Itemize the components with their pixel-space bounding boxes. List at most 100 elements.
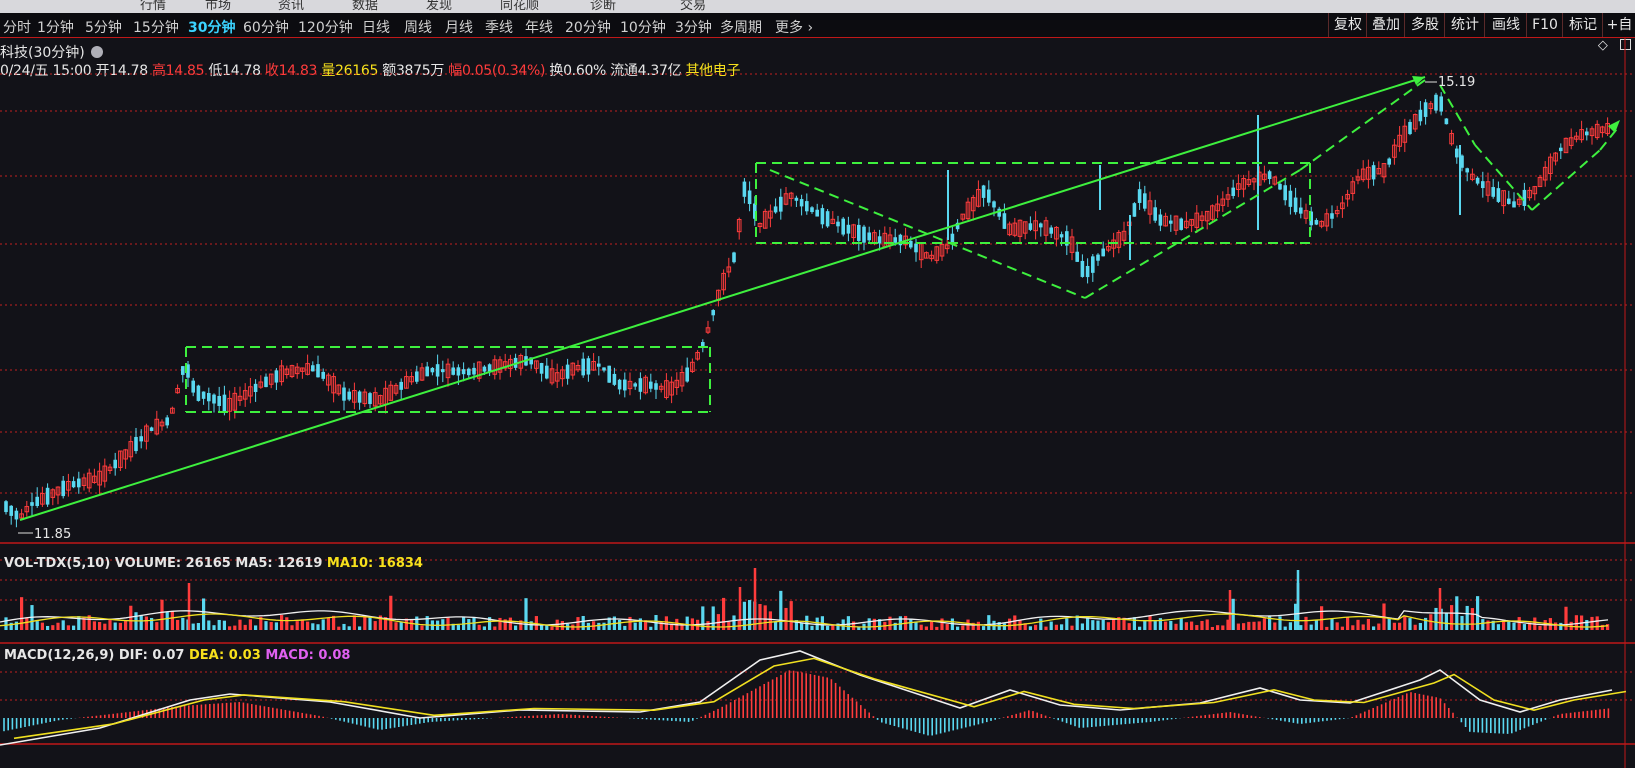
volume-bar — [852, 621, 856, 630]
volume-bar — [919, 624, 923, 630]
candle-down — [1330, 213, 1334, 219]
volume-panel — [0, 568, 1610, 630]
volume-bar — [1034, 624, 1038, 630]
volume-bar — [51, 625, 55, 630]
price-high-label: 15.19 — [1438, 75, 1475, 90]
candle-down — [456, 367, 461, 376]
candle-down — [1299, 207, 1303, 214]
volume-header: VOL-TDX(5,10) VOLUME: 26165 MA5: 12619 M… — [4, 556, 423, 571]
volume-bar — [930, 621, 934, 630]
volume-bar — [170, 610, 174, 630]
volume-bar — [1247, 621, 1251, 630]
volume-bar — [623, 625, 627, 630]
candle-down — [347, 391, 351, 400]
candle-down — [909, 240, 913, 248]
volume-bar — [1002, 623, 1006, 630]
price-low-label: 11.85 — [34, 527, 71, 542]
volume-bar — [342, 623, 346, 630]
volume-bar — [514, 625, 518, 630]
volume-bar — [649, 626, 653, 630]
candle-down — [810, 207, 814, 213]
candle-down — [1559, 147, 1563, 152]
volume-bar — [1517, 617, 1521, 630]
volume-bar — [103, 623, 107, 630]
candle-down — [201, 391, 206, 399]
volume-bar — [108, 620, 112, 630]
trend-line — [19, 76, 1426, 521]
volume-bar — [1164, 621, 1168, 630]
candle-down — [149, 427, 154, 431]
volume-bar — [1538, 625, 1542, 630]
candle-down — [867, 232, 871, 241]
candle-down — [654, 383, 658, 390]
candle-down — [4, 501, 8, 513]
volume-bar — [347, 626, 351, 630]
candle-down — [539, 363, 544, 374]
candle-down — [799, 199, 804, 207]
candle-down — [987, 189, 991, 203]
volume-bar — [935, 626, 939, 630]
volume-bar — [1481, 619, 1485, 630]
volume-bar — [602, 622, 606, 630]
volume-bar — [1413, 624, 1417, 630]
volume-bar — [352, 615, 356, 630]
volume-bar — [456, 625, 460, 630]
volume-bar — [576, 617, 580, 630]
candle-down — [1278, 183, 1282, 190]
volume-bar — [550, 626, 554, 630]
candles — [4, 92, 1610, 528]
candle-down — [685, 367, 689, 382]
volume-bar — [1060, 624, 1064, 630]
volume-bar — [976, 621, 980, 630]
volume-bar — [217, 619, 221, 630]
volume-bar — [472, 617, 476, 630]
candle-down — [1039, 223, 1043, 228]
candle-down — [1465, 168, 1469, 173]
candle-down — [1496, 188, 1501, 202]
candle-down — [1288, 190, 1293, 207]
candle-down — [1585, 131, 1589, 136]
volume-bar — [618, 619, 622, 630]
volume-bar — [40, 622, 44, 630]
candle-down — [612, 373, 617, 385]
candle-down — [441, 369, 445, 373]
volume-bar — [394, 622, 398, 630]
volume-bar — [326, 617, 330, 630]
trading-window: { "periods": ["分时","1分钟","5分钟","15分钟","3… — [0, 0, 1635, 768]
volume-bar — [1590, 616, 1594, 630]
volume-bar — [867, 618, 871, 630]
volume-bar — [1262, 618, 1266, 630]
candle-down — [1059, 234, 1064, 238]
volume-bar — [581, 615, 585, 630]
volume-bar — [144, 616, 148, 630]
volume-bar — [1320, 606, 1324, 630]
volume-bar — [66, 625, 70, 630]
volume-bar — [493, 626, 497, 630]
candle-down — [1444, 118, 1449, 125]
volume-bar — [410, 619, 414, 630]
volume-bar — [25, 617, 29, 630]
volume-bar — [1086, 617, 1090, 630]
volume-bar — [233, 625, 237, 630]
volume-bar — [1366, 618, 1370, 630]
candle-down — [747, 190, 752, 205]
candle-down — [846, 224, 851, 234]
volume-bar — [732, 615, 736, 630]
candle-down — [1091, 256, 1095, 273]
candle-down — [617, 379, 622, 390]
volume-bar — [846, 616, 850, 630]
volume-bar — [982, 626, 986, 630]
volume-bar — [477, 624, 481, 630]
trend-line — [1299, 79, 1426, 171]
volume-bar — [1398, 622, 1402, 630]
volume-bar — [165, 611, 169, 630]
volume-bar — [1028, 626, 1032, 630]
volume-bar — [92, 621, 96, 630]
candle-down — [425, 366, 429, 377]
candle-down — [649, 381, 653, 389]
volume-bar — [1335, 622, 1339, 630]
macd-indicator-name[interactable]: MACD(12,26,9) — [4, 648, 114, 663]
vol-indicator-name[interactable]: VOL-TDX(5,10) — [4, 556, 110, 571]
volume-bar — [1288, 622, 1292, 630]
volume-bar — [113, 622, 117, 630]
